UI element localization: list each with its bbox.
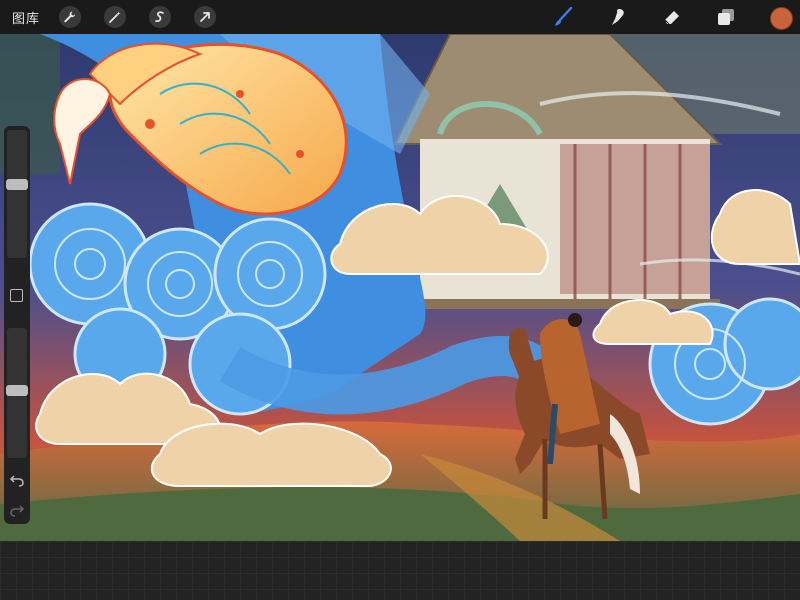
redo-icon[interactable] bbox=[9, 502, 25, 517]
gallery-button[interactable]: 图库 bbox=[12, 8, 40, 27]
drawing-canvas[interactable] bbox=[0, 34, 800, 541]
top-toolbar: 图库 bbox=[0, 0, 800, 34]
opacity-slider[interactable] bbox=[6, 328, 28, 458]
selection-icon[interactable] bbox=[149, 6, 171, 28]
transform-arrow-icon[interactable] bbox=[194, 6, 216, 28]
left-sidebar bbox=[4, 126, 30, 524]
brush-size-slider[interactable] bbox=[6, 130, 28, 258]
smudge-icon[interactable] bbox=[606, 5, 630, 29]
magic-wand-icon[interactable] bbox=[104, 6, 126, 28]
brush-size-handle[interactable] bbox=[6, 179, 28, 191]
wrench-icon[interactable] bbox=[59, 6, 81, 28]
eraser-icon[interactable] bbox=[660, 5, 684, 29]
layers-icon[interactable] bbox=[714, 5, 738, 29]
brush-icon[interactable] bbox=[551, 5, 575, 29]
color-picker-button[interactable] bbox=[770, 7, 793, 30]
canvas-background bbox=[0, 541, 800, 600]
modify-button[interactable] bbox=[10, 289, 23, 302]
opacity-handle[interactable] bbox=[6, 385, 28, 397]
undo-icon[interactable] bbox=[9, 472, 25, 487]
